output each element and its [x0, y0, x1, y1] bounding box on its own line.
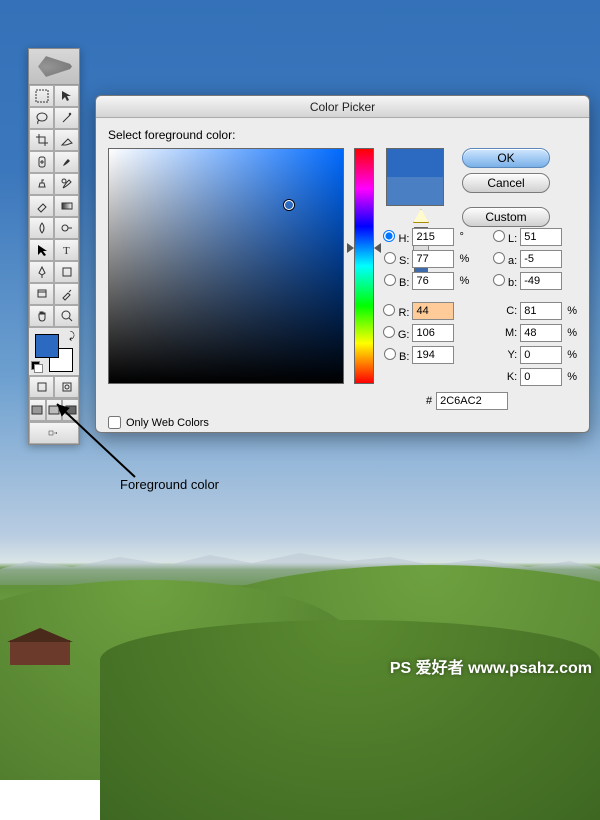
- hex-field[interactable]: [436, 392, 508, 410]
- sv-cursor-icon: [284, 200, 294, 210]
- watermark: PS 爱好者 www.psahz.com: [390, 654, 592, 678]
- lasso-tool[interactable]: [29, 107, 54, 129]
- foreground-color-swatch[interactable]: [35, 334, 59, 358]
- b-radio-label[interactable]: b:: [492, 274, 517, 289]
- brush-tool[interactable]: [54, 151, 79, 173]
- a-radio-label[interactable]: a:: [492, 252, 517, 267]
- eyedropper-tool[interactable]: [54, 283, 79, 305]
- bc-field[interactable]: [412, 346, 454, 364]
- h-radio[interactable]: [383, 230, 395, 242]
- h-radio-label[interactable]: H:: [382, 230, 409, 245]
- r-radio-label[interactable]: R:: [382, 304, 409, 319]
- r-radio[interactable]: [383, 304, 395, 316]
- y-field[interactable]: [520, 346, 562, 364]
- l-radio-label[interactable]: L:: [492, 230, 517, 245]
- hex-label: #: [426, 395, 432, 407]
- cancel-button[interactable]: Cancel: [462, 173, 550, 193]
- m-field[interactable]: [520, 324, 562, 342]
- type-tool[interactable]: T: [54, 239, 79, 261]
- s-radio[interactable]: [384, 252, 396, 264]
- gradient-tool[interactable]: [54, 195, 79, 217]
- toolbar-header[interactable]: [29, 49, 79, 85]
- screen-mode-full-menu[interactable]: [46, 399, 63, 421]
- magic-wand-tool[interactable]: [54, 107, 79, 129]
- color-value-fields: H: ° L: S: % a: B: % b:: [382, 228, 582, 386]
- g-radio[interactable]: [383, 326, 395, 338]
- pen-tool[interactable]: [29, 261, 54, 283]
- clone-stamp-tool[interactable]: [29, 173, 54, 195]
- s-radio-label[interactable]: S:: [382, 252, 409, 267]
- saturation-value-field[interactable]: [108, 148, 344, 384]
- blur-tool[interactable]: [29, 217, 54, 239]
- ok-button[interactable]: OK: [462, 148, 550, 168]
- bv-field[interactable]: [412, 272, 454, 290]
- unit-degree: °: [459, 231, 473, 243]
- gamut-warning-icon[interactable]: [413, 209, 429, 223]
- hill: [100, 620, 600, 820]
- move-tool[interactable]: [54, 85, 79, 107]
- custom-button[interactable]: Custom: [462, 207, 550, 227]
- barn: [10, 640, 70, 665]
- only-web-colors-label: Only Web Colors: [126, 417, 209, 429]
- svg-text:T: T: [63, 245, 70, 257]
- hand-tool[interactable]: [29, 305, 54, 327]
- quick-mask-mode[interactable]: [54, 376, 79, 398]
- bv-radio[interactable]: [384, 274, 396, 286]
- marquee-tool[interactable]: [29, 85, 54, 107]
- g-radio-label[interactable]: G:: [382, 326, 409, 341]
- a-field[interactable]: [520, 250, 562, 268]
- only-web-colors-checkbox[interactable]: Only Web Colors: [108, 416, 209, 429]
- slice-tool[interactable]: [54, 129, 79, 151]
- standard-mode[interactable]: [29, 376, 54, 398]
- k-field[interactable]: [520, 368, 562, 386]
- color-preview: [386, 148, 444, 206]
- bc-radio-label[interactable]: B:: [382, 348, 409, 363]
- only-web-colors-input[interactable]: [108, 416, 121, 429]
- app-feather-icon: [34, 54, 74, 80]
- current-color-swatch[interactable]: [387, 177, 443, 205]
- screen-mode-full[interactable]: [62, 399, 79, 421]
- s-field[interactable]: [412, 250, 454, 268]
- default-colors-icon[interactable]: [31, 361, 43, 373]
- hue-slider-thumb-right-icon: [374, 243, 381, 253]
- color-swatches: ⤸: [29, 327, 79, 375]
- l-field[interactable]: [520, 228, 562, 246]
- r-field[interactable]: [412, 302, 454, 320]
- new-color-swatch: [387, 149, 443, 177]
- path-selection-tool[interactable]: [29, 239, 54, 261]
- history-brush-tool[interactable]: [54, 173, 79, 195]
- k-label: K:: [492, 371, 517, 383]
- b-field[interactable]: [520, 272, 562, 290]
- shape-tool[interactable]: [54, 261, 79, 283]
- m-label: M:: [492, 327, 517, 339]
- h-field[interactable]: [412, 228, 454, 246]
- c-field[interactable]: [520, 302, 562, 320]
- healing-brush-tool[interactable]: [29, 151, 54, 173]
- swap-colors-icon[interactable]: ⤸: [69, 331, 75, 342]
- annotation-label: Foreground color: [120, 477, 219, 492]
- y-label: Y:: [492, 349, 517, 361]
- zoom-tool[interactable]: [54, 305, 79, 327]
- screen-mode-standard[interactable]: [29, 399, 46, 421]
- hue-slider[interactable]: [354, 148, 374, 384]
- dodge-tool[interactable]: [54, 217, 79, 239]
- c-label: C:: [492, 305, 517, 317]
- bv-radio-label[interactable]: B:: [382, 274, 409, 289]
- b-radio[interactable]: [493, 274, 505, 286]
- tools-palette: T ⤸: [28, 48, 80, 445]
- bc-radio[interactable]: [384, 348, 396, 360]
- jump-to-imageready[interactable]: [29, 422, 79, 444]
- crop-tool[interactable]: [29, 129, 54, 151]
- l-radio[interactable]: [493, 230, 505, 242]
- dialog-prompt: Select foreground color:: [108, 128, 577, 142]
- a-radio[interactable]: [493, 252, 505, 264]
- dialog-titlebar[interactable]: Color Picker: [96, 96, 589, 118]
- notes-tool[interactable]: [29, 283, 54, 305]
- eraser-tool[interactable]: [29, 195, 54, 217]
- color-picker-dialog: Color Picker Select foreground color:: [95, 95, 590, 433]
- g-field[interactable]: [412, 324, 454, 342]
- hue-slider-thumb-left-icon: [347, 243, 354, 253]
